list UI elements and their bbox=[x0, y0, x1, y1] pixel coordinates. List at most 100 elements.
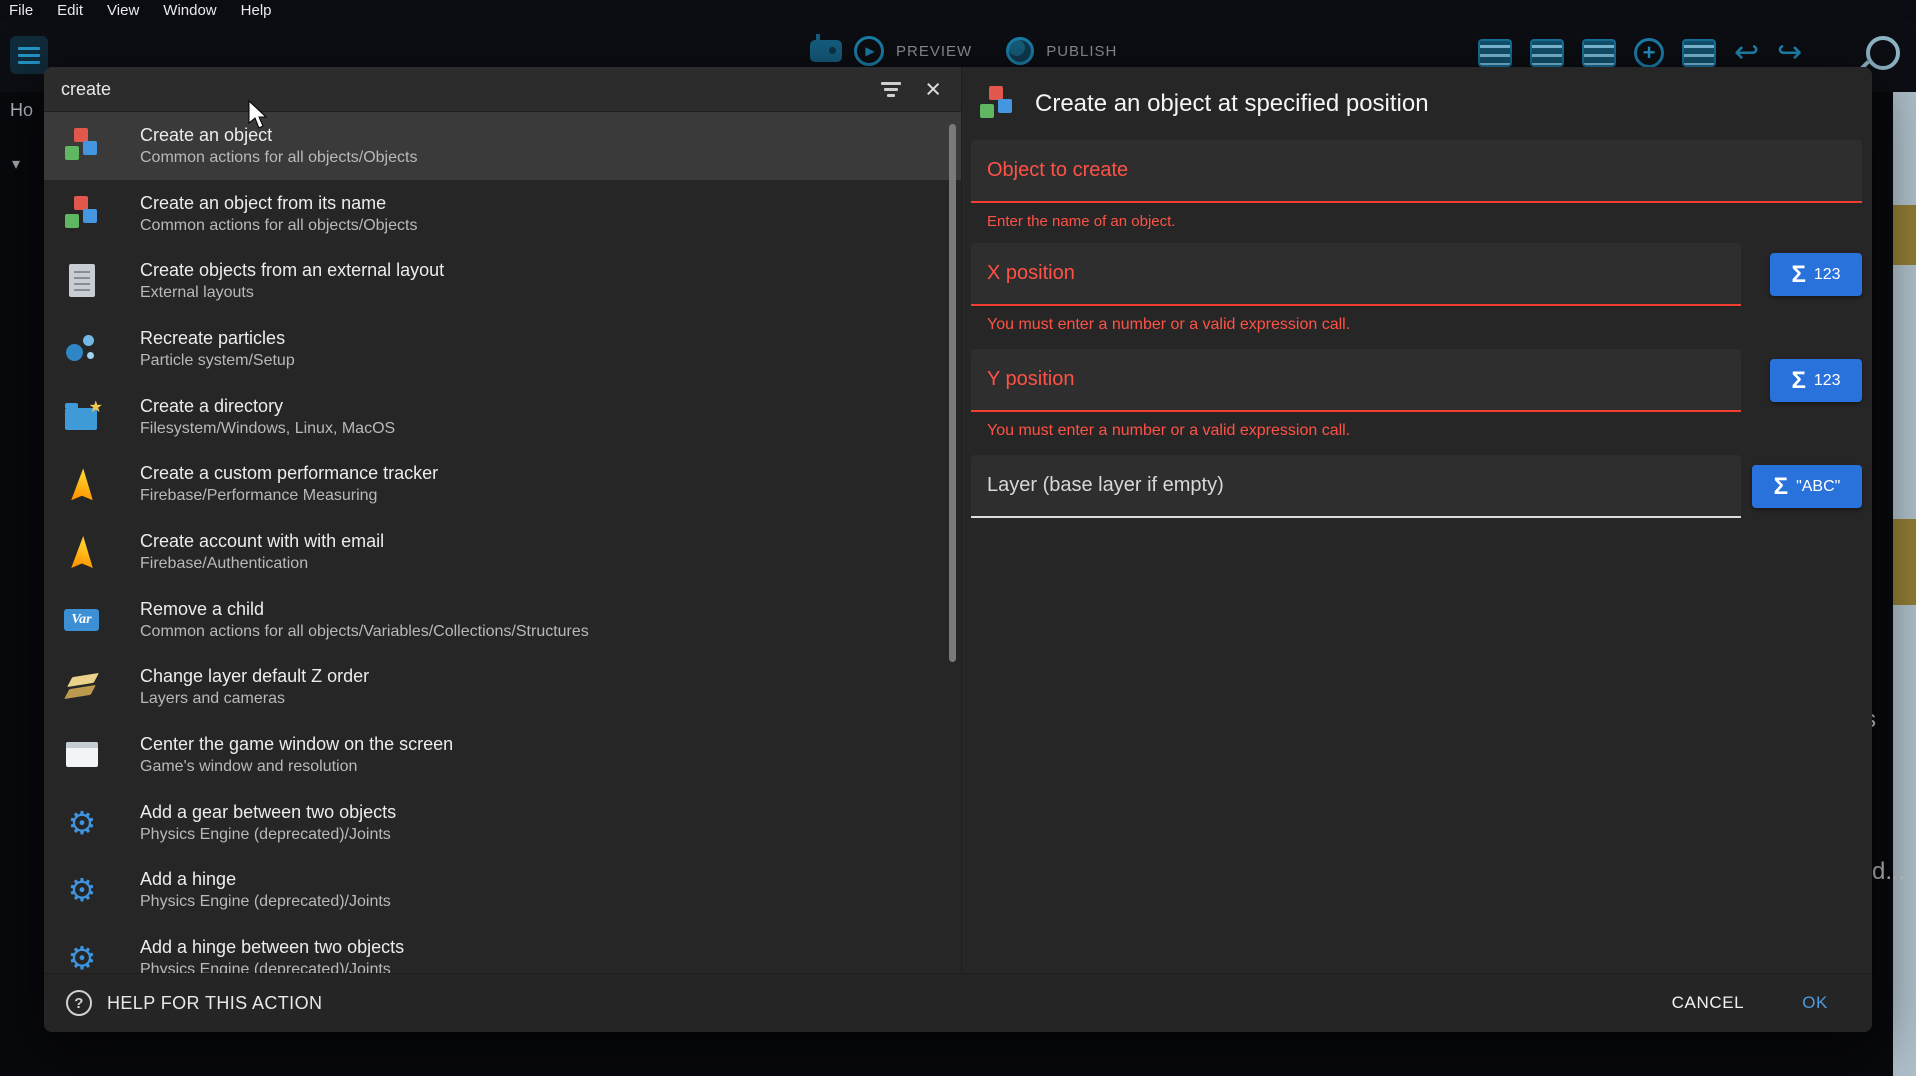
folder-icon: ★ bbox=[64, 399, 100, 435]
sigma-icon: Σ bbox=[1791, 263, 1805, 287]
add-instance-icon[interactable]: + bbox=[1634, 38, 1664, 68]
layer-field[interactable]: Layer (base layer if empty) bbox=[971, 455, 1741, 518]
action-subtitle: Common actions for all objects/Variables… bbox=[140, 621, 589, 643]
action-item[interactable]: Create objects from an external layout E… bbox=[44, 247, 961, 315]
preview-button[interactable]: PREVIEW bbox=[896, 43, 972, 60]
dialog-footer: ? HELP FOR THIS ACTION CANCEL OK bbox=[44, 973, 1872, 1032]
action-subtitle: Filesystem/Windows, Linux, MacOS bbox=[140, 418, 395, 440]
menu-help[interactable]: Help bbox=[229, 0, 284, 22]
objects-icon bbox=[64, 196, 100, 232]
gamepad-icon bbox=[810, 40, 842, 62]
action-subtitle: External layouts bbox=[140, 282, 444, 304]
window-icon bbox=[64, 737, 100, 773]
action-item[interactable]: Recreate particles Particle system/Setup bbox=[44, 315, 961, 383]
x-position-field[interactable]: X position bbox=[971, 243, 1741, 306]
menu-file[interactable]: File bbox=[0, 0, 45, 22]
particles-icon bbox=[64, 331, 100, 367]
action-item[interactable]: Create an object Common actions for all … bbox=[44, 112, 961, 180]
main-menu-icon[interactable] bbox=[10, 36, 48, 74]
action-subtitle: Physics Engine (deprecated)/Joints bbox=[140, 824, 396, 846]
action-subtitle: Game's window and resolution bbox=[140, 756, 453, 778]
action-subtitle: Physics Engine (deprecated)/Joints bbox=[140, 959, 404, 973]
action-item[interactable]: Var Remove a child Common actions for al… bbox=[44, 586, 961, 654]
expression-type-label: 123 bbox=[1814, 372, 1841, 390]
action-subtitle: Firebase/Performance Measuring bbox=[140, 485, 438, 507]
close-icon[interactable]: × bbox=[925, 76, 941, 103]
sigma-icon: Σ bbox=[1791, 369, 1805, 393]
action-title: Add a gear between two objects bbox=[140, 800, 396, 824]
instances-panel-icon[interactable] bbox=[1682, 39, 1716, 67]
layers-icon bbox=[64, 669, 100, 705]
publish-icon[interactable] bbox=[1006, 37, 1034, 65]
firebase-icon bbox=[64, 466, 100, 502]
ok-button[interactable]: OK bbox=[1802, 993, 1828, 1013]
expression-builder-button[interactable]: Σ 123 bbox=[1770, 253, 1862, 296]
background-text-fragment: d... bbox=[1872, 858, 1912, 886]
expression-builder-button[interactable]: Σ 123 bbox=[1770, 359, 1862, 402]
chevron-down-icon[interactable]: ▾ bbox=[12, 154, 20, 174]
action-item[interactable]: Create an object from its name Common ac… bbox=[44, 180, 961, 248]
firebase-icon bbox=[64, 534, 100, 570]
gear-icon: ⚙ bbox=[64, 805, 100, 841]
object-groups-icon[interactable] bbox=[1530, 39, 1564, 67]
action-title: Create an object bbox=[140, 123, 417, 147]
action-title: Recreate particles bbox=[140, 326, 295, 350]
action-subtitle: Common actions for all objects/Objects bbox=[140, 147, 417, 169]
action-item[interactable]: Change layer default Z order Layers and … bbox=[44, 654, 961, 722]
scrollbar-marker bbox=[1893, 519, 1916, 605]
action-title: Create objects from an external layout bbox=[140, 258, 444, 282]
undo-icon[interactable]: ↩ bbox=[1734, 38, 1759, 68]
action-title: Center the game window on the screen bbox=[140, 732, 453, 756]
action-subtitle: Physics Engine (deprecated)/Joints bbox=[140, 891, 391, 913]
y-field-error: You must enter a number or a valid expre… bbox=[987, 422, 1872, 440]
action-item[interactable]: ⚙ Add a hinge between two objects Physic… bbox=[44, 924, 961, 973]
action-item[interactable]: ⚙ Add a gear between two objects Physics… bbox=[44, 789, 961, 857]
action-list-pane: create × Create an object Common actions… bbox=[44, 67, 962, 973]
search-bar: create × bbox=[44, 67, 961, 112]
expression-type-label: "ABC" bbox=[1796, 478, 1840, 496]
action-item[interactable]: ★ Create a directory Filesystem/Windows,… bbox=[44, 383, 961, 451]
object-field-helper: Enter the name of an object. bbox=[987, 213, 1872, 230]
x-field-error: You must enter a number or a valid expre… bbox=[987, 316, 1872, 334]
action-item[interactable]: Create account with with email Firebase/… bbox=[44, 518, 961, 586]
string-expression-builder-button[interactable]: Σ "ABC" bbox=[1752, 465, 1862, 508]
properties-panel-icon[interactable] bbox=[1582, 39, 1616, 67]
publish-button[interactable]: PUBLISH bbox=[1046, 43, 1117, 60]
y-position-field[interactable]: Y position bbox=[971, 349, 1741, 412]
action-title: Change layer default Z order bbox=[140, 664, 369, 688]
action-title: Add a hinge between two objects bbox=[140, 935, 404, 959]
menu-view[interactable]: View bbox=[95, 0, 151, 22]
action-item[interactable]: Create a custom performance tracker Fire… bbox=[44, 450, 961, 518]
action-subtitle: Particle system/Setup bbox=[140, 350, 295, 372]
zoom-icon[interactable] bbox=[1866, 36, 1900, 70]
action-title: Create account with with email bbox=[140, 529, 384, 553]
objects-icon bbox=[979, 86, 1015, 122]
scrollbar-marker bbox=[1893, 205, 1916, 265]
action-item[interactable]: Center the game window on the screen Gam… bbox=[44, 721, 961, 789]
action-title: Remove a child bbox=[140, 597, 589, 621]
menu-edit[interactable]: Edit bbox=[45, 0, 95, 22]
redo-icon[interactable]: ↪ bbox=[1777, 38, 1802, 68]
filter-icon[interactable] bbox=[879, 82, 903, 97]
expression-type-label: 123 bbox=[1814, 266, 1841, 284]
objects-panel-icon[interactable] bbox=[1478, 39, 1512, 67]
search-input[interactable]: create bbox=[61, 79, 857, 100]
help-label: HELP FOR THIS ACTION bbox=[107, 993, 322, 1014]
menu-window[interactable]: Window bbox=[151, 0, 228, 22]
sigma-icon: Σ bbox=[1774, 475, 1788, 499]
action-item[interactable]: ⚙ Add a hinge Physics Engine (deprecated… bbox=[44, 857, 961, 925]
play-icon[interactable]: ▶ bbox=[854, 36, 884, 66]
action-title: Create an object from its name bbox=[140, 191, 417, 215]
list-scrollbar[interactable] bbox=[949, 124, 956, 662]
object-to-create-field[interactable]: Object to create bbox=[971, 140, 1862, 203]
help-button[interactable]: ? HELP FOR THIS ACTION bbox=[66, 990, 322, 1016]
gear-icon: ⚙ bbox=[64, 872, 100, 908]
layer-field-label: Layer (base layer if empty) bbox=[971, 474, 1224, 497]
object-field-label: Object to create bbox=[971, 159, 1128, 182]
variable-icon: Var bbox=[64, 602, 100, 638]
action-parameters-pane: Create an object at specified position O… bbox=[962, 67, 1872, 973]
star-icon: ★ bbox=[89, 397, 103, 417]
cancel-button[interactable]: CANCEL bbox=[1672, 993, 1745, 1013]
action-subtitle: Layers and cameras bbox=[140, 688, 369, 710]
action-title: Create a custom performance tracker bbox=[140, 461, 438, 485]
